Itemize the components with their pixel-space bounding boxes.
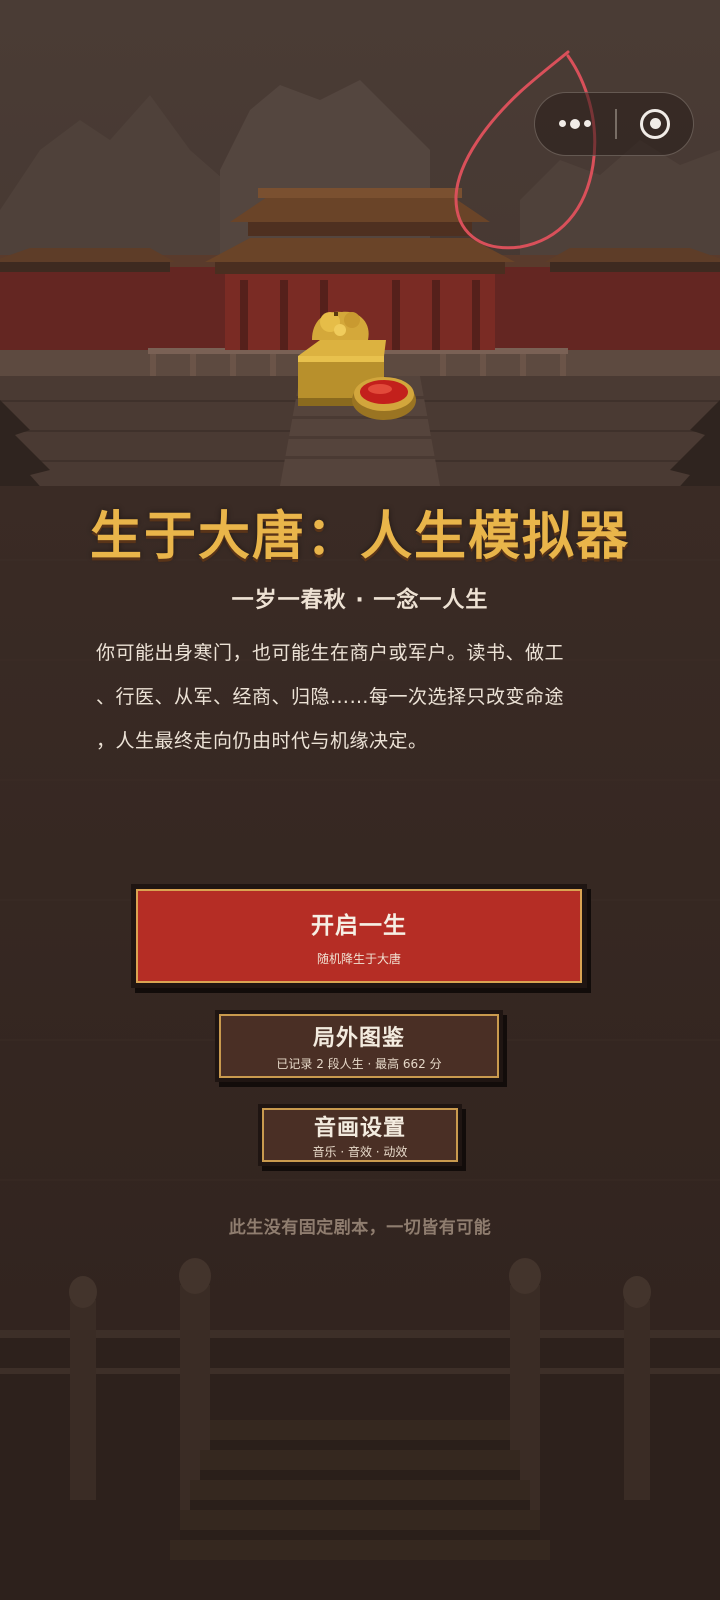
dot bbox=[559, 120, 566, 127]
mini-program-capsule bbox=[534, 92, 694, 156]
codex-button-face[interactable]: 局外图鉴 已记录 2 段人生 · 最高 662 分 bbox=[219, 1014, 499, 1078]
intro-line: 、行医、从军、经商、归隐……每一次选择只改变命途 bbox=[96, 686, 565, 708]
target-circle-icon bbox=[640, 108, 670, 139]
start-life-button-face[interactable]: 开启一生 随机降生于大唐 bbox=[136, 889, 582, 983]
intro-line: ，人生最终走向仍由时代与机缘决定。 bbox=[96, 730, 428, 752]
codex-button[interactable]: 局外图鉴 已记录 2 段人生 · 最高 662 分 bbox=[215, 1010, 503, 1082]
dot bbox=[570, 118, 580, 129]
settings-label: 音画设置 bbox=[313, 1116, 406, 1141]
start-life-label: 开启一生 bbox=[311, 912, 407, 939]
codex-sublabel: 已记录 2 段人生 · 最高 662 分 bbox=[276, 1057, 442, 1071]
tagline: 此生没有固定剧本，一切皆有可能 bbox=[228, 1218, 492, 1238]
palace-background bbox=[0, 0, 720, 1600]
settings-button-face[interactable]: 音画设置 音乐 · 音效 · 动效 bbox=[262, 1108, 458, 1162]
target-center bbox=[649, 118, 661, 129]
codex-label: 局外图鉴 bbox=[312, 1026, 405, 1051]
start-life-button[interactable]: 开启一生 随机降生于大唐 bbox=[131, 884, 587, 988]
more-button[interactable] bbox=[535, 93, 615, 154]
dot bbox=[584, 120, 591, 127]
ink-paste-box-icon bbox=[352, 377, 416, 420]
intro-text: 你可能出身寒门，也可能生在商户或军户。读书、做工 、行医、从军、经商、归隐……每… bbox=[96, 631, 626, 763]
game-subtitle: 一岁一春秋 · 一念一人生 bbox=[231, 588, 489, 613]
more-dots-icon bbox=[559, 118, 591, 129]
intro-line: 你可能出身寒门，也可能生在商户或军户。读书、做工 bbox=[96, 642, 565, 664]
game-start-screen: 生于大唐：人生模拟器 一岁一春秋 · 一念一人生 你可能出身寒门，也可能生在商户… bbox=[0, 0, 720, 1600]
start-life-sublabel: 随机降生于大唐 bbox=[316, 951, 401, 966]
game-title: 生于大唐：人生模拟器 bbox=[89, 507, 630, 567]
settings-sublabel: 音乐 · 音效 · 动效 bbox=[312, 1145, 408, 1159]
settings-button[interactable]: 音画设置 音乐 · 音效 · 动效 bbox=[258, 1104, 462, 1166]
close-button[interactable] bbox=[616, 93, 694, 154]
